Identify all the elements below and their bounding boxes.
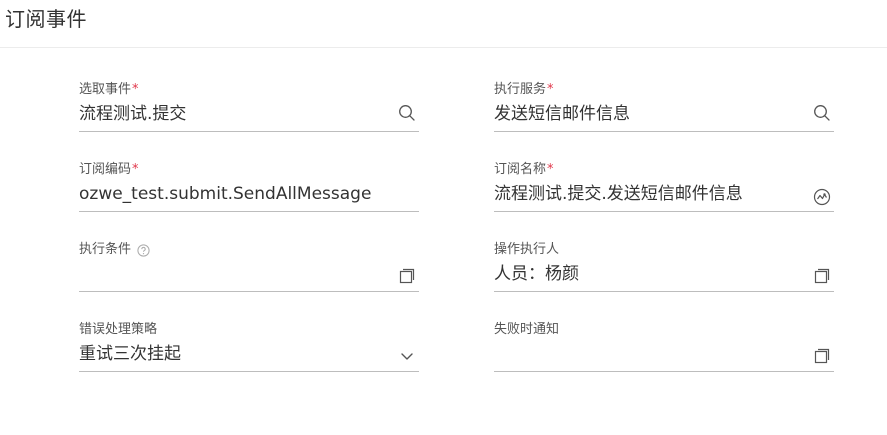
error-strategy-field[interactable]: 错误处理策略 重试三次挂起 xyxy=(79,321,419,375)
exec-service-field[interactable]: 执行服务 * 发送短信邮件信息 xyxy=(494,81,834,135)
fail-notify-field[interactable]: 失败时通知 xyxy=(494,321,834,375)
sub-code-label: 订阅编码 * xyxy=(79,162,139,177)
required-mark: * xyxy=(547,82,554,97)
expand-dialog-icon[interactable] xyxy=(812,346,832,366)
operator-label: 操作执行人 xyxy=(494,242,560,257)
error-strategy-select[interactable]: 重试三次挂起 xyxy=(79,341,379,367)
expand-dialog-icon[interactable] xyxy=(812,266,832,286)
exec-service-value[interactable]: 发送短信邮件信息 xyxy=(494,101,794,127)
fail-notify-value[interactable] xyxy=(494,341,794,367)
underline xyxy=(79,371,419,372)
select-event-value[interactable]: 流程测试.提交 xyxy=(79,101,379,127)
select-event-label: 选取事件 * xyxy=(79,82,139,97)
search-icon[interactable] xyxy=(812,103,832,123)
sub-name-label: 订阅名称 * xyxy=(494,162,554,177)
translate-globe-icon[interactable] xyxy=(812,187,832,207)
underline xyxy=(494,211,834,212)
fail-notify-label: 失败时通知 xyxy=(494,322,560,337)
exec-service-label: 执行服务 * xyxy=(494,82,554,97)
required-mark: * xyxy=(547,162,554,177)
underline xyxy=(494,371,834,372)
exec-condition-field[interactable]: 执行条件 xyxy=(79,241,419,295)
help-circle-icon[interactable] xyxy=(137,243,150,257)
expand-dialog-icon[interactable] xyxy=(397,266,417,286)
error-strategy-label: 错误处理策略 xyxy=(79,322,158,337)
underline xyxy=(494,291,834,292)
search-icon[interactable] xyxy=(397,103,417,123)
underline xyxy=(79,131,419,132)
sub-code-input[interactable]: ozwe_test.submit.SendAllMessage xyxy=(79,181,379,207)
underline xyxy=(494,131,834,132)
chevron-down-icon[interactable] xyxy=(397,346,417,366)
operator-field[interactable]: 操作执行人 人员：杨颜 xyxy=(494,241,834,295)
select-event-field[interactable]: 选取事件 * 流程测试.提交 xyxy=(79,81,419,135)
sub-code-field[interactable]: 订阅编码 * ozwe_test.submit.SendAllMessage xyxy=(79,161,419,215)
page-title: 订阅事件 xyxy=(5,7,87,31)
sub-name-field[interactable]: 订阅名称 * 流程测试.提交.发送短信邮件信息 xyxy=(494,161,834,215)
sub-name-input[interactable]: 流程测试.提交.发送短信邮件信息 xyxy=(494,181,794,207)
required-mark: * xyxy=(132,162,139,177)
underline xyxy=(79,211,419,212)
underline xyxy=(79,291,419,292)
exec-condition-value[interactable] xyxy=(79,261,379,287)
exec-condition-label: 执行条件 xyxy=(79,241,150,259)
required-mark: * xyxy=(132,82,139,97)
operator-value[interactable]: 人员：杨颜 xyxy=(494,261,794,287)
page-header: 订阅事件 xyxy=(0,0,887,48)
